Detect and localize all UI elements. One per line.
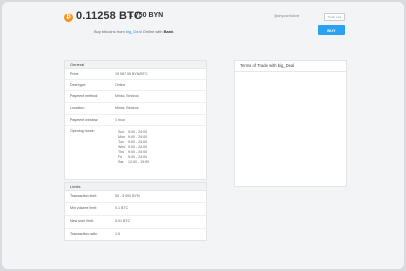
- info-row-location: Location: Minsk, Belarus: [65, 103, 206, 115]
- bitcoin-icon: ₿: [64, 13, 73, 22]
- row-value: 1 hour: [115, 118, 126, 122]
- subtitle-prefix: Buy bitcoins from: [94, 29, 125, 34]
- row-value: 50 - 5 000 BYN: [115, 194, 140, 198]
- trader-link[interactable]: big_Deal: [126, 29, 142, 34]
- info-row-opening-hours: Opening hours: Sun 9:00 - 24:00 Mon 9:00 -…: [65, 126, 206, 173]
- limit-row-min-volume: Min volume limit: 0.1 BTC: [65, 203, 206, 216]
- info-row-payment-window: Payment window: 1 hour: [65, 115, 206, 126]
- limit-row-new-user: New user limit: 0.01 BTC: [65, 216, 206, 229]
- info-row-deal-type: Deal type: Online: [65, 80, 206, 91]
- row-value: Minsk, Belarus: [115, 94, 139, 98]
- row-label: Min volume limit:: [70, 206, 97, 210]
- terms-panel: Terms of Trade with big_Deal: [234, 60, 347, 187]
- trade-header: ₿ 0.11258 BTC 1 750 BYN Buy bitcoins fro…: [2, 2, 404, 44]
- trade-page: ₿ 0.11258 BTC 1 750 BYN Buy bitcoins fro…: [2, 2, 404, 269]
- user-handle: @anyuserName: [274, 14, 300, 18]
- row-value: Minsk, Belarus: [115, 106, 139, 110]
- fiat-amount: 1 750 BYN: [129, 12, 164, 19]
- trade-link-button[interactable]: Trade Link: [324, 13, 345, 21]
- trade-subtitle: Buy bitcoins from big_Deal Online with B…: [94, 29, 173, 34]
- opening-hours-list: Sun 9:00 - 24:00 Mon 9:00 - 24:00 Tue 9:00 …: [118, 130, 149, 165]
- row-value: 15 587.55 BYN/BTC: [115, 72, 148, 76]
- row-label: Payment method:: [70, 94, 99, 98]
- general-title: General: [65, 61, 206, 69]
- limit-row-ratio: Transaction ratio: 1:5: [65, 229, 206, 240]
- row-label: Transaction ratio:: [70, 232, 98, 236]
- row-value: 0.01 BTC: [115, 219, 131, 223]
- row-label: Location:: [70, 106, 85, 110]
- subtitle-mid: Online with: [142, 29, 163, 34]
- info-row-price: Price: 15 587.55 BYN/BTC: [65, 69, 206, 80]
- row-label: Price:: [70, 72, 80, 76]
- row-value: 1:5: [115, 232, 120, 236]
- row-label: Opening hours:: [70, 129, 95, 133]
- general-panel: General Price: 15 587.55 BYN/BTC Deal ty…: [64, 60, 207, 180]
- limits-title: Limits: [65, 183, 206, 191]
- row-label: Deal type:: [70, 83, 87, 87]
- row-label: New user limit:: [70, 219, 94, 223]
- row-value: 0.1 BTC: [115, 206, 129, 210]
- row-label: Payment window:: [70, 118, 99, 122]
- row-value: Online: [115, 83, 126, 87]
- row-label: Transaction limit:: [70, 194, 98, 198]
- limit-row-transaction: Transaction limit: 50 - 5 000 BYN: [65, 191, 206, 203]
- hours-line: Sat 12:00 - 19:00: [118, 160, 150, 164]
- terms-title: Terms of Trade with big_Deal: [235, 61, 346, 72]
- bank-name: Bank: [163, 29, 174, 34]
- info-row-payment-method: Payment method: Minsk, Belarus: [65, 91, 206, 103]
- buy-button[interactable]: BUY: [318, 25, 345, 35]
- limits-panel: Limits Transaction limit: 50 - 5 000 BYN…: [64, 182, 207, 241]
